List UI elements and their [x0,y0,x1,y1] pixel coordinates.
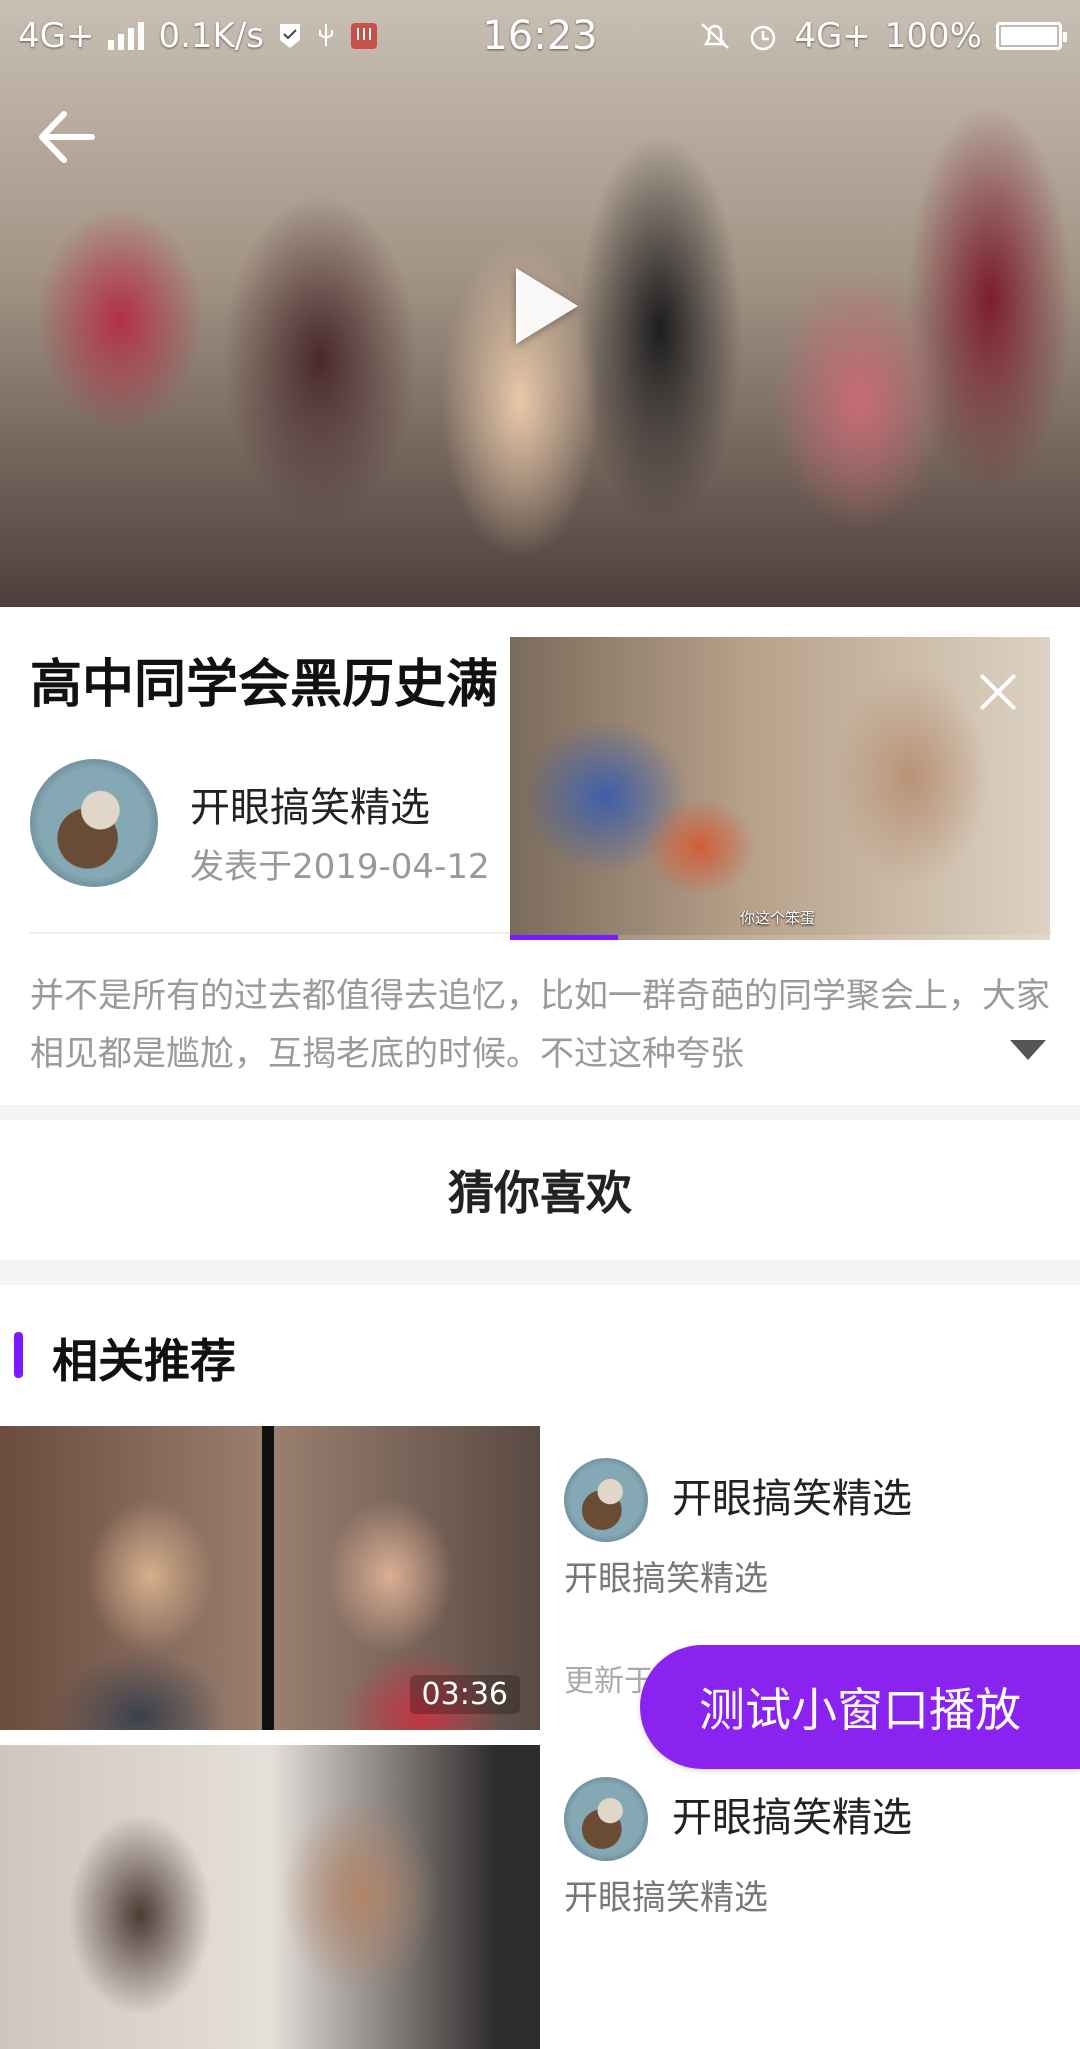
alarm-icon [751,25,776,51]
related-recommendations: 相关推荐 03:36 开眼搞笑精选 开眼搞笑精选 更新于2019-04-12 开… [0,1285,1080,2049]
related-title: 相关推荐 [52,1334,236,1388]
duration-badge: 03:36 [409,1675,520,1714]
author-avatar[interactable] [30,759,158,887]
status-left: 4G+ 0.1K/s [18,16,378,56]
mini-player-subtitle: 你这个笨蛋 [740,909,816,927]
list-item[interactable]: 开眼搞笑精选 开眼搞笑精选 [0,1745,1080,2049]
related-subtitle: 开眼搞笑精选 [564,1878,768,1918]
related-author: 开眼搞笑精选 [672,1795,912,1841]
avatar[interactable] [564,1777,648,1861]
expand-description-icon[interactable] [1010,1040,1046,1060]
guess-you-like-section: 猜你喜欢 [0,1120,1080,1260]
mute-icon [701,23,730,49]
battery-percent: 100% [884,16,982,56]
check-shield-icon [280,24,301,48]
status-right: 4G+ 100% [698,16,1067,56]
app-notification-icon [351,23,378,49]
mini-player-progress [510,935,1050,940]
video-player[interactable] [0,0,1080,607]
related-subtitle: 开眼搞笑精选 [564,1559,768,1599]
network-type-right: 4G+ [794,16,871,56]
mini-player-progress-fill [510,935,618,940]
signal-icon [108,22,145,50]
status-bar: 4G+ 0.1K/s 16:23 4G+ 100% [0,0,1080,72]
avatar[interactable] [564,1458,648,1542]
mini-player-window[interactable]: 你这个笨蛋 [510,637,1050,940]
video-thumbnail[interactable] [0,1745,540,2049]
guess-you-like-title: 猜你喜欢 [448,1166,632,1220]
network-type-left: 4G+ [18,16,95,56]
author-name[interactable]: 开眼搞笑精选 [190,775,430,833]
network-speed: 0.1K/s [158,16,265,56]
publish-date: 发表于2019-04-12 [190,847,490,887]
section-accent-bar [14,1332,23,1378]
video-thumbnail[interactable]: 03:36 [0,1426,540,1730]
test-mini-window-button[interactable]: 测试小窗口播放 [640,1645,1080,1769]
battery-icon [996,22,1067,50]
video-title: 高中同学会黑历史满 [30,655,499,715]
usb-icon [319,24,334,46]
video-description: 并不是所有的过去都值得去追忆，比如一群奇葩的同学聚会上，大家相见都是尴尬，互揭老… [30,976,1050,1074]
related-author: 开眼搞笑精选 [672,1476,912,1522]
close-icon[interactable] [976,670,1020,714]
back-arrow-icon[interactable] [30,102,100,172]
play-icon[interactable] [516,268,578,344]
status-time: 16:23 [482,13,598,59]
